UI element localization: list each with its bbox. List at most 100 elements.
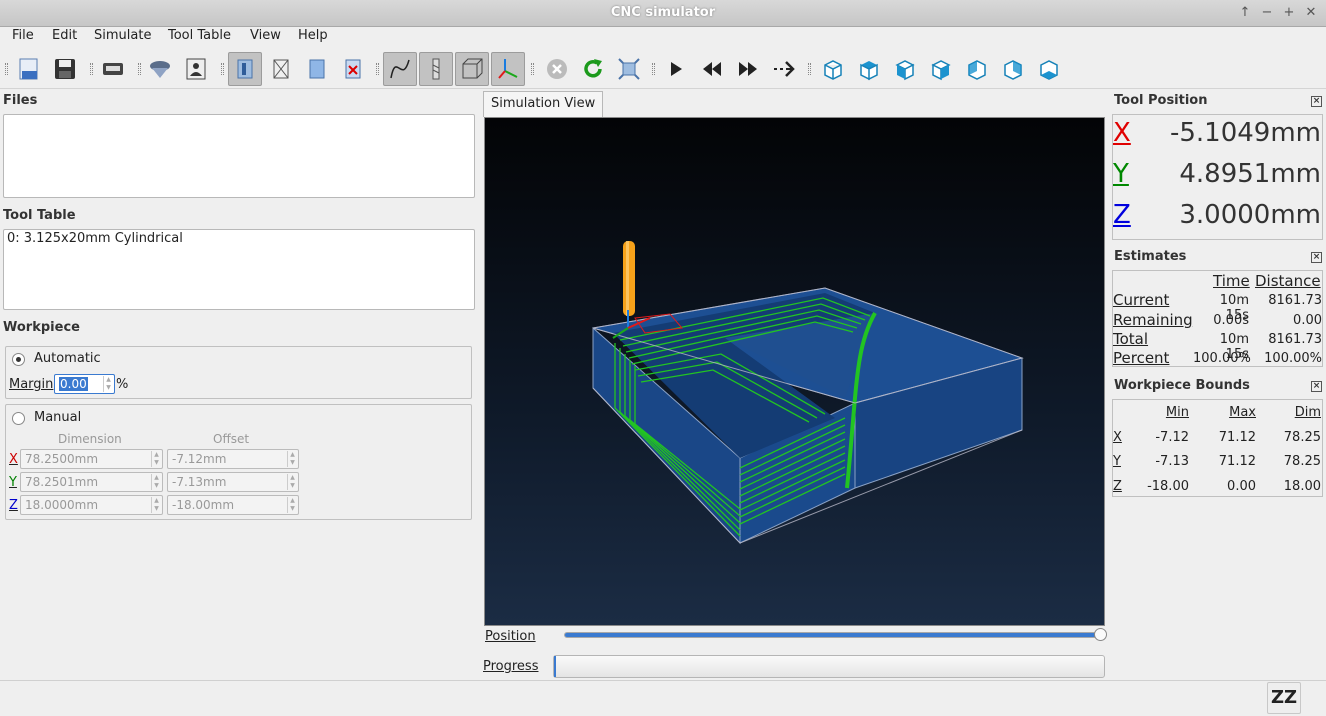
window-title: CNC simulator [610, 5, 716, 20]
dimension-z-input[interactable]: 18.0000mm ▲ ▼ [20, 495, 163, 515]
play-icon[interactable] [659, 52, 693, 86]
estimates-row-distance: 100.00% [1264, 351, 1322, 366]
rewind-icon[interactable] [695, 52, 729, 86]
clear-icon[interactable] [336, 52, 370, 86]
view-right-icon[interactable] [924, 52, 958, 86]
offset-header: Offset [213, 432, 250, 446]
view-left-icon[interactable] [960, 52, 994, 86]
manual-label: Manual [34, 410, 82, 425]
estimates-row-label: Remaining [1113, 311, 1193, 329]
tab-simulation-view[interactable]: Simulation View [483, 91, 604, 117]
window-maximize-button[interactable]: + [1280, 4, 1298, 22]
position-slider-handle[interactable] [1094, 628, 1107, 641]
window-minimize-button[interactable]: − [1258, 4, 1276, 22]
position-slider[interactable] [564, 628, 1107, 641]
open-file-icon[interactable] [12, 52, 46, 86]
bounds-row-axis: X [1113, 430, 1122, 445]
estimates-row-distance: 8161.73 [1268, 293, 1322, 308]
toolbar-grip[interactable] [5, 63, 8, 75]
estimates-col-time: Time [1213, 272, 1250, 290]
window-close-button[interactable]: ✕ [1302, 4, 1320, 22]
step-icon[interactable] [767, 52, 801, 86]
tool-table-item[interactable]: 0: 3.125x20mm Cylindrical [7, 231, 183, 246]
bounding-box-icon[interactable] [455, 52, 489, 86]
menu-file[interactable]: File [12, 28, 34, 43]
automatic-radio[interactable] [12, 353, 25, 366]
stop-icon[interactable] [540, 52, 574, 86]
estimates-row-label: Current [1113, 291, 1170, 309]
axes-icon[interactable] [491, 52, 525, 86]
toolbar-grip[interactable] [531, 63, 534, 75]
bounds-row-dim: 18.00 [1283, 479, 1321, 494]
menu-simulate[interactable]: Simulate [94, 28, 151, 43]
toolbar-grip[interactable] [652, 63, 655, 75]
menu-view[interactable]: View [250, 28, 281, 43]
toolpath-icon[interactable] [383, 52, 417, 86]
files-heading: Files [3, 93, 38, 108]
save-icon[interactable] [48, 52, 82, 86]
bounds-row-max: 71.12 [1218, 430, 1256, 445]
window-shade-button[interactable]: ↑ [1236, 4, 1254, 22]
close-icon[interactable]: × [1311, 252, 1322, 263]
margin-input[interactable]: 0.00 ▲ ▼ [54, 374, 115, 394]
reload-icon[interactable] [576, 52, 610, 86]
workpiece-heading: Workpiece [3, 320, 80, 335]
settings-icon[interactable] [96, 52, 130, 86]
axis-x-label: X [9, 452, 18, 467]
close-icon[interactable]: × [1311, 381, 1322, 392]
view-back-icon[interactable] [996, 52, 1030, 86]
estimates-row-time: 100.00% [1193, 351, 1251, 366]
bounds-row-min: -7.13 [1155, 454, 1189, 469]
tool-shape-icon[interactable] [419, 52, 453, 86]
tool-icon[interactable] [143, 52, 177, 86]
view-top-icon[interactable] [852, 52, 886, 86]
menu-edit[interactable]: Edit [52, 28, 77, 43]
toolbar-grip[interactable] [221, 63, 224, 75]
offset-y-input[interactable]: -7.13mm ▲ ▼ [167, 472, 299, 492]
estimates-row-label: Total [1113, 330, 1149, 348]
workpiece-render [592, 241, 1024, 545]
automatic-label: Automatic [34, 351, 101, 366]
menu-bar: File Edit Simulate Tool Table View Help [0, 27, 1326, 49]
close-icon[interactable]: × [1311, 96, 1322, 107]
bounds-row-dim: 78.25 [1283, 430, 1321, 445]
progress-label: Progress [483, 659, 539, 674]
workpiece-icon[interactable] [228, 52, 262, 86]
manual-group: Manual Dimension Offset X 78.2500mm ▲ ▼ -7… [5, 404, 472, 520]
manual-radio[interactable] [12, 412, 25, 425]
tool-info-icon[interactable] [179, 52, 213, 86]
dimension-x-input[interactable]: 78.2500mm ▲ ▼ [20, 449, 163, 469]
margin-unit: % [116, 377, 129, 392]
files-list[interactable] [3, 114, 475, 198]
toolbar-grip[interactable] [376, 63, 379, 75]
estimates-col-distance: Distance [1255, 272, 1321, 290]
fit-icon[interactable] [612, 52, 646, 86]
tool-table-list[interactable]: 0: 3.125x20mm Cylindrical [3, 229, 475, 310]
menu-help[interactable]: Help [298, 28, 328, 43]
dimension-y-input[interactable]: 78.2501mm ▲ ▼ [20, 472, 163, 492]
simulation-viewport[interactable] [484, 117, 1105, 626]
menu-tool-table[interactable]: Tool Table [168, 28, 231, 43]
estimates-row-distance: 0.00 [1293, 313, 1322, 328]
estimates-row-time: 0.00s [1213, 313, 1249, 328]
automatic-group: Automatic Margin 0.00 ▲ ▼ % [5, 346, 472, 399]
offset-x-input[interactable]: -7.12mm ▲ ▼ [167, 449, 299, 469]
position-label: Position [485, 629, 536, 644]
stock-icon[interactable] [300, 52, 334, 86]
sleep-icon[interactable]: ZZ [1267, 682, 1301, 714]
bounds-row-axis: Y [1113, 454, 1121, 469]
bounds-col-min: Min [1165, 405, 1189, 420]
toolbar-grip[interactable] [90, 63, 93, 75]
status-bar [0, 680, 1326, 716]
toolbar-grip[interactable] [138, 63, 141, 75]
fast-forward-icon[interactable] [731, 52, 765, 86]
toolbar-grip[interactable] [808, 63, 811, 75]
wireframe-icon[interactable] [264, 52, 298, 86]
offset-z-input[interactable]: -18.00mm ▲ ▼ [167, 495, 299, 515]
axis-z-label: Z [9, 498, 18, 513]
view-iso-icon[interactable] [816, 52, 850, 86]
view-front-icon[interactable] [888, 52, 922, 86]
bounds-row-max: 71.12 [1218, 454, 1256, 469]
view-bottom-icon[interactable] [1032, 52, 1066, 86]
axis-y-label: Y [9, 475, 17, 490]
